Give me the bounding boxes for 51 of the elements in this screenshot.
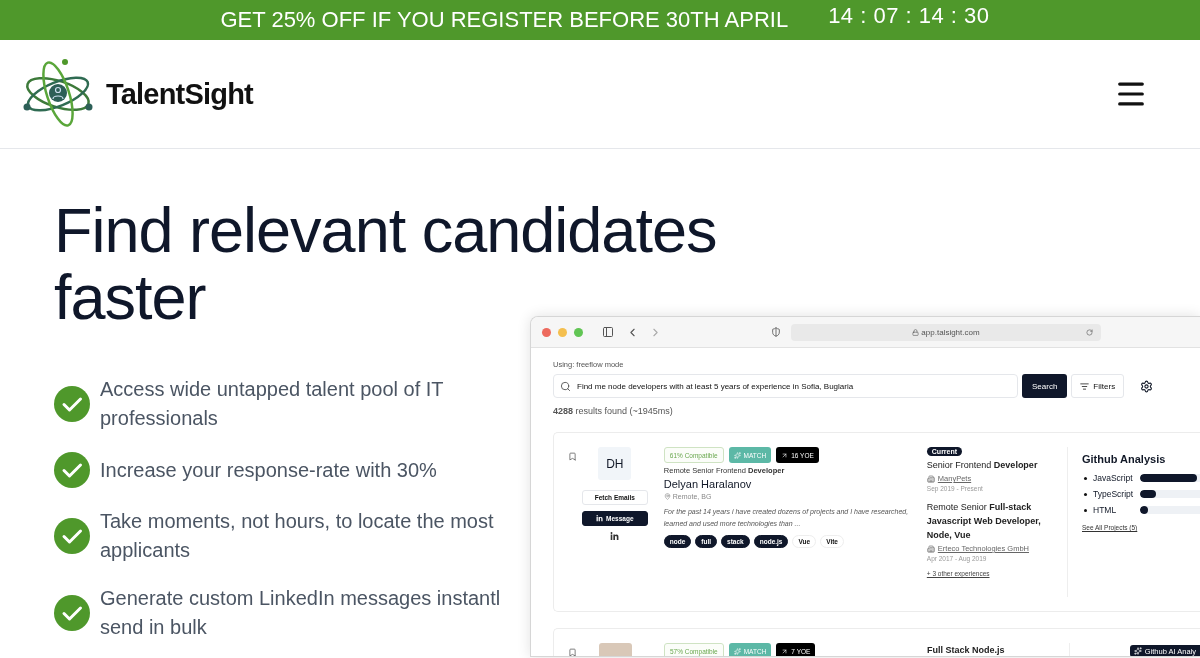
building-icon	[926, 474, 935, 483]
check-circle-icon	[54, 386, 90, 422]
check-circle-icon	[54, 452, 90, 488]
language-name: JavaScript	[1093, 473, 1134, 483]
results-count: 4288 results found (~1945ms)	[553, 406, 674, 416]
language-name: TypeScript	[1093, 489, 1135, 499]
feature-text: Generate custom LinkedIn messages instantl send in bulk	[100, 586, 501, 640]
search-field[interactable]: Find me node developers with at least 5 years of experience in Sofia, Buglaria	[553, 374, 1018, 398]
check-circle-icon	[54, 518, 90, 554]
job-title: Senior Frontend Developer	[926, 459, 1039, 472]
bookmark-icon[interactable]	[568, 452, 577, 461]
minimize-dot-icon[interactable]	[558, 327, 567, 337]
arrow-up-right-icon	[781, 451, 789, 459]
linkedin-icon	[596, 515, 604, 522]
bookmark-icon[interactable]	[568, 648, 577, 656]
url-text: app.talsight.com	[921, 327, 980, 337]
job-title: Remote Senior Full-stack Javascript Web Developer, Node, Vue	[926, 501, 1042, 542]
bullet-icon	[1084, 476, 1087, 480]
check-circle-icon	[54, 595, 90, 631]
countdown-timer: 14 : 07 : 14 : 30	[828, 3, 990, 29]
job-title: Full Stack Node.js	[927, 644, 1006, 656]
filters-button[interactable]: Filters	[1071, 374, 1125, 398]
building-icon	[926, 544, 935, 553]
reload-icon[interactable]	[1086, 328, 1093, 336]
hero-headline: Find relevant candidates faster	[54, 197, 718, 331]
avatar-initials: DH	[598, 447, 632, 480]
filter-icon	[1080, 381, 1090, 391]
linkedin-icon[interactable]	[610, 532, 620, 541]
atom-logo-icon	[22, 59, 94, 129]
settings-icon[interactable]	[1140, 379, 1154, 393]
shield-icon	[771, 327, 781, 337]
search-icon	[560, 380, 571, 392]
sidebar-icon[interactable]	[602, 326, 614, 338]
github-analysis-title: Github Analysis	[1082, 453, 1167, 465]
maximize-dot-icon[interactable]	[574, 327, 583, 337]
feature-text: Access wide untapped talent pool of IT professionals	[100, 377, 444, 431]
bullet-icon	[1084, 492, 1087, 496]
map-pin-icon	[663, 493, 671, 500]
search-button[interactable]: Search	[1022, 374, 1068, 398]
close-dot-icon[interactable]	[542, 327, 551, 337]
feature-text: Increase your response-rate with 30%	[100, 457, 437, 483]
brand-name[interactable]: TalentSight	[106, 77, 253, 111]
promo-text: GET 25% OFF IF YOU REGISTER BEFORE 30TH APRIL	[220, 7, 789, 33]
sparkle-icon	[733, 451, 741, 459]
language-name: HTML	[1093, 505, 1118, 515]
bullet-icon	[1084, 508, 1087, 512]
address-bar[interactable]: app.talsight.com	[791, 323, 1101, 341]
feature-text: Take moments, not hours, to locate the most applicants	[100, 509, 494, 563]
lock-icon	[912, 328, 920, 336]
candidate-name: Delyan Haralanov	[663, 478, 753, 490]
arrow-up-right-icon	[781, 647, 789, 655]
